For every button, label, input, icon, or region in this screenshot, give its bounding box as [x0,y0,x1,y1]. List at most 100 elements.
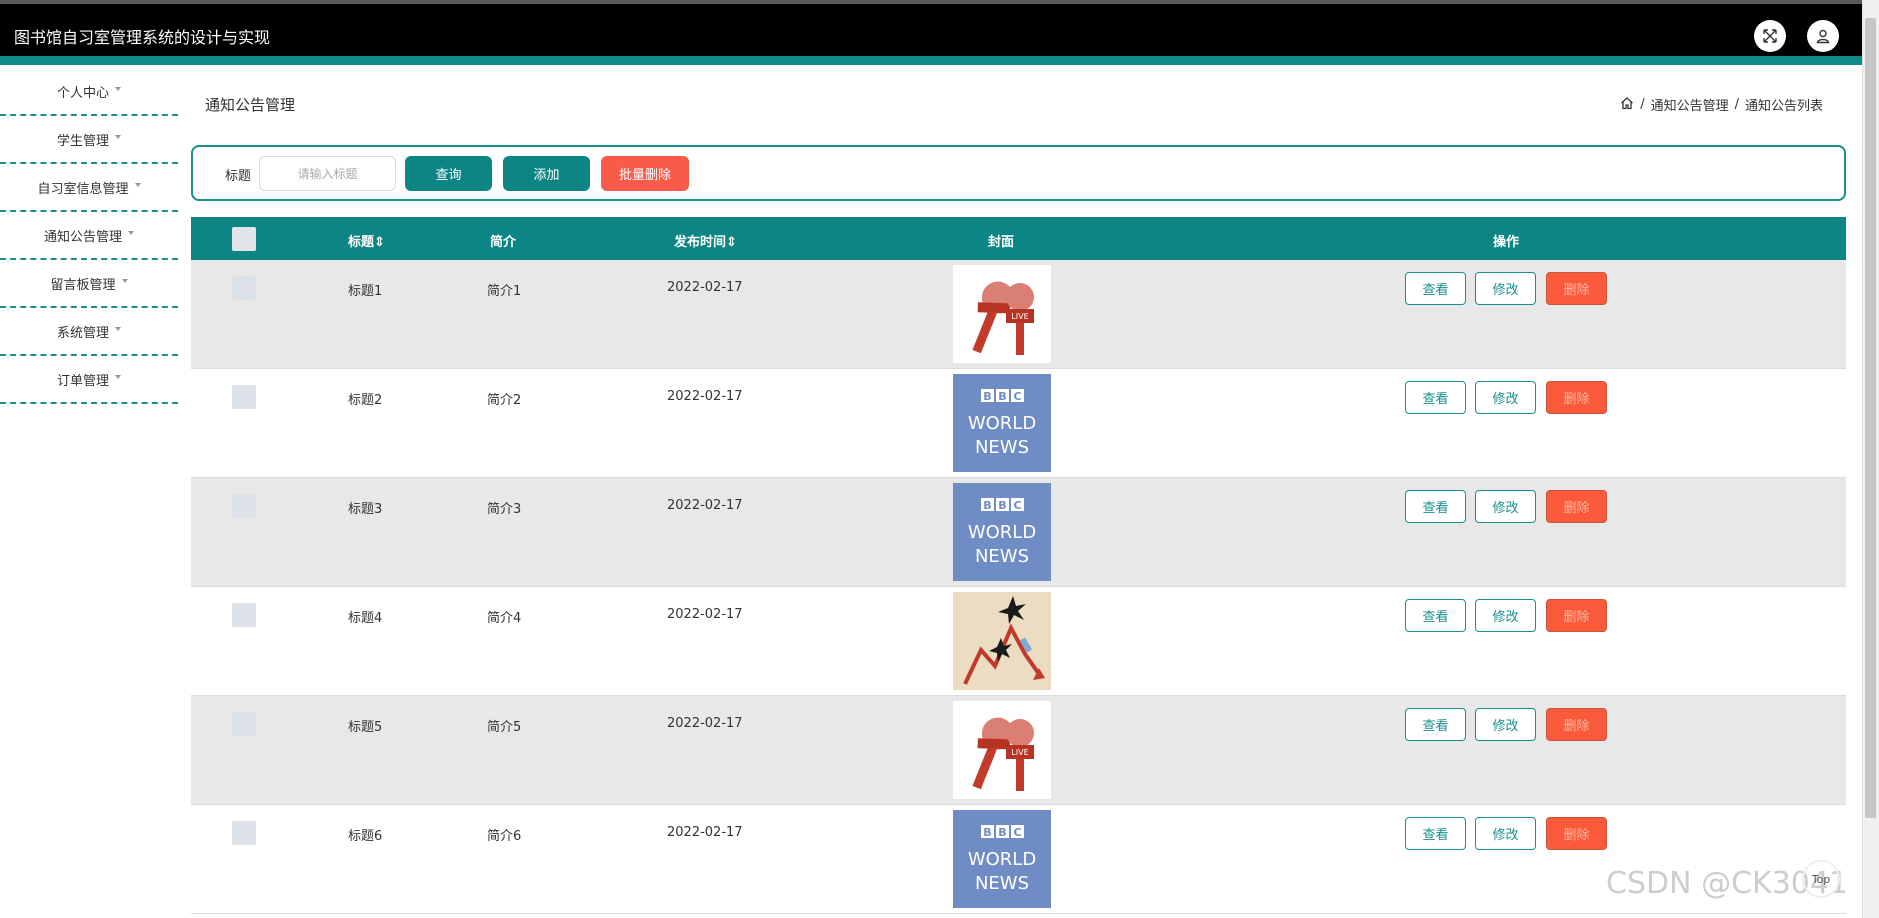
edit-button[interactable]: 修改 [1475,381,1536,414]
batch-delete-button[interactable]: 批量删除 [601,156,689,191]
bbc-world-news-image[interactable]: B B C WORLD NEWS [953,374,1051,472]
sidebar-item-students[interactable]: 学生管理 [0,116,178,164]
view-button[interactable]: 查看 [1405,381,1466,414]
title-search-input[interactable] [259,156,396,191]
table-row: 标题2 简介2 2022-02-17 B B C WORLD NEWS 查看 修改 删除 [191,369,1846,478]
row-publish-time: 2022-02-17 [667,389,743,404]
row-checkbox[interactable] [232,603,256,627]
delete-button[interactable]: 删除 [1546,490,1607,523]
view-button[interactable]: 查看 [1405,708,1466,741]
view-button[interactable]: 查看 [1405,490,1466,523]
sidebar-item-profile[interactable]: 个人中心 [0,68,178,116]
query-button[interactable]: 查询 [405,156,492,191]
user-icon[interactable] [1807,20,1839,52]
breadcrumb-separator: / [1734,97,1739,112]
row-checkbox[interactable] [232,712,256,736]
row-publish-time: 2022-02-17 [667,280,743,295]
row-summary: 简介4 [487,611,522,626]
svg-text:B: B [998,390,1006,403]
view-button[interactable]: 查看 [1405,272,1466,305]
table-row: 标题1 简介1 2022-02-17 LIVE 查看 修改 删除 [191,260,1846,369]
app-title: 图书馆自习室管理系统的设计与实现 [14,28,271,47]
select-all-checkbox[interactable] [232,227,256,251]
caret-down-icon [115,87,121,91]
row-checkbox[interactable] [232,276,256,300]
caret-down-icon [128,231,134,235]
breadcrumb-item[interactable]: 通知公告管理 [1651,95,1729,114]
table-row: 标题6 简介6 2022-02-17 B B C WORLD NEWS 查看 修改 删除 [191,805,1846,914]
column-header-publish-time[interactable]: 发布时间⇕ [674,231,737,250]
home-icon[interactable] [1620,96,1634,114]
row-summary: 简介3 [487,502,522,517]
scrollbar-thumb[interactable] [1865,18,1876,818]
edit-button[interactable]: 修改 [1475,817,1536,850]
row-checkbox[interactable] [232,821,256,845]
news-microphones-image[interactable]: LIVE [953,701,1051,799]
page-title: 通知公告管理 [205,96,296,114]
sidebar-item-label: 留言板管理 [50,277,116,293]
sidebar-item-notices[interactable]: 通知公告管理 [0,212,178,260]
view-button[interactable]: 查看 [1405,817,1466,850]
sidebar-item-orders[interactable]: 订单管理 [0,356,178,404]
row-summary: 简介5 [487,720,522,735]
svg-text:LIVE: LIVE [1011,748,1028,757]
row-publish-time: 2022-02-17 [667,825,743,840]
svg-text:NEWS: NEWS [975,873,1029,894]
add-button[interactable]: 添加 [503,156,590,191]
title-search-label: 标题 [225,169,252,184]
delete-button[interactable]: 删除 [1546,708,1607,741]
sidebar-item-label: 个人中心 [56,85,109,101]
caret-down-icon [115,327,121,331]
edit-button[interactable]: 修改 [1475,490,1536,523]
svg-text:B: B [998,499,1006,512]
svg-text:LIVE: LIVE [1011,312,1028,321]
delete-button[interactable]: 删除 [1546,817,1607,850]
svg-text:B: B [983,499,991,512]
svg-text:C: C [1013,499,1021,512]
sidebar-item-message-board[interactable]: 留言板管理 [0,260,178,308]
sidebar-item-label: 自习室信息管理 [37,181,129,197]
svg-text:WORLD: WORLD [968,849,1036,870]
edit-button[interactable]: 修改 [1475,272,1536,305]
bbc-world-news-image[interactable]: B B C WORLD NEWS [953,483,1051,581]
page-scrollbar[interactable] [1862,0,1879,918]
caret-down-icon [115,375,121,379]
header-accent-strip [0,56,1862,65]
column-header-summary: 简介 [490,235,517,250]
row-checkbox[interactable] [232,385,256,409]
delete-button[interactable]: 删除 [1546,381,1607,414]
table-row: 标题4 简介4 2022-02-17 查看 修改 删除 [191,587,1846,696]
table-body: 标题1 简介1 2022-02-17 LIVE 查看 修改 删除 标题2 简介2 2022-02-… [191,260,1846,914]
caret-down-icon [115,135,121,139]
row-title: 标题6 [348,829,383,844]
news-microphones-image[interactable]: LIVE [953,265,1051,363]
edit-button[interactable]: 修改 [1475,708,1536,741]
back-to-top-button[interactable]: Top [1802,860,1840,898]
delete-button[interactable]: 删除 [1546,272,1607,305]
row-title: 标题4 [348,611,383,626]
row-summary: 简介1 [487,284,522,299]
top-header [0,0,1862,58]
sidebar-item-system[interactable]: 系统管理 [0,308,178,356]
fullscreen-icon[interactable] [1754,20,1786,52]
table-row: 标题3 简介3 2022-02-17 B B C WORLD NEWS 查看 修改 删除 [191,478,1846,587]
table-row: 标题5 简介5 2022-02-17 LIVE 查看 修改 删除 [191,696,1846,805]
row-checkbox[interactable] [232,494,256,518]
sidebar-menu: 个人中心 学生管理 自习室信息管理 通知公告管理 留言板管理 系统管理 订单管理 [0,68,178,404]
sidebar-item-study-rooms[interactable]: 自习室信息管理 [0,164,178,212]
row-title: 标题5 [348,720,383,735]
falling-chart-image[interactable] [953,592,1051,690]
row-summary: 简介6 [487,829,522,844]
sidebar-item-label: 通知公告管理 [43,229,122,245]
row-title: 标题1 [348,284,383,299]
column-header-title[interactable]: 标题⇕ [348,231,385,250]
view-button[interactable]: 查看 [1405,599,1466,632]
row-title: 标题2 [348,393,383,408]
column-header-actions: 操作 [1493,235,1520,250]
svg-text:B: B [983,390,991,403]
bbc-world-news-image[interactable]: B B C WORLD NEWS [953,810,1051,908]
delete-button[interactable]: 删除 [1546,599,1607,632]
edit-button[interactable]: 修改 [1475,599,1536,632]
caret-down-icon [121,279,128,283]
sidebar-item-label: 订单管理 [56,373,109,389]
